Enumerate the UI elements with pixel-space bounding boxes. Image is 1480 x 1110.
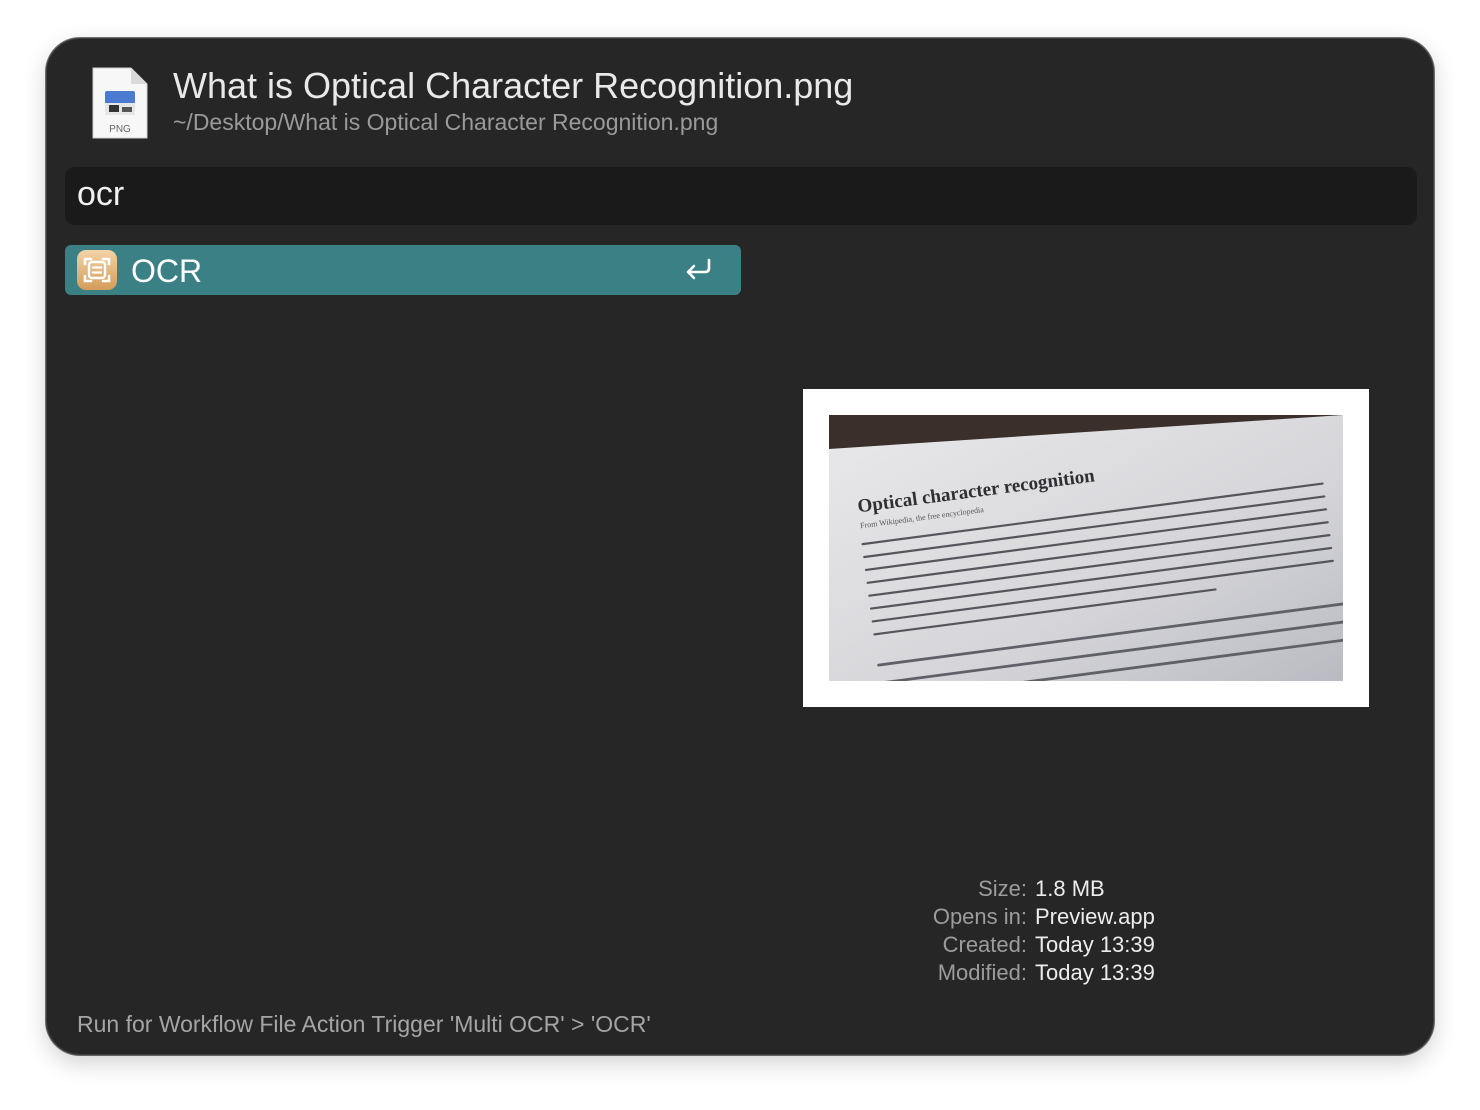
alfred-window: PNG What is Optical Character Recognitio… <box>46 38 1434 1055</box>
info-key: Opens in: <box>932 904 1027 929</box>
info-value: 1.8 MB <box>1035 876 1105 901</box>
info-row-size: Size: 1.8 MB <box>877 875 1155 903</box>
file-path: ~/Desktop/What is Optical Character Reco… <box>173 109 719 135</box>
info-key: Modified: <box>937 960 1027 985</box>
result-label: OCR <box>131 253 203 289</box>
png-file-icon: PNG <box>91 67 149 139</box>
info-value: Today 13:39 <box>1035 960 1155 985</box>
info-value: Today 13:39 <box>1035 932 1155 957</box>
info-key: Created: <box>942 932 1027 957</box>
search-query[interactable]: ocr <box>77 175 124 214</box>
info-row-modified: Modified: Today 13:39 <box>877 959 1155 987</box>
info-value: Preview.app <box>1035 904 1155 929</box>
document-photo-thumbnail: Optical character recognition From Wikip… <box>829 415 1343 681</box>
search-input[interactable]: ocr <box>65 167 1417 225</box>
file-icon-label: PNG <box>109 124 131 135</box>
file-title: What is Optical Character Recognition.pn… <box>173 65 854 106</box>
action-subtext: Run for Workflow File Action Trigger 'Mu… <box>77 1011 651 1037</box>
info-row-created: Created: Today 13:39 <box>877 931 1155 959</box>
ocr-scan-icon <box>77 250 117 290</box>
file-info: Size: 1.8 MB Opens in: Preview.app Creat… <box>877 875 1155 987</box>
info-row-opens-in: Opens in: Preview.app <box>877 903 1155 931</box>
file-preview: Optical character recognition From Wikip… <box>803 389 1369 707</box>
result-item-ocr[interactable]: OCR <box>65 245 741 295</box>
info-key: Size: <box>978 876 1027 901</box>
return-key-icon <box>683 257 713 283</box>
